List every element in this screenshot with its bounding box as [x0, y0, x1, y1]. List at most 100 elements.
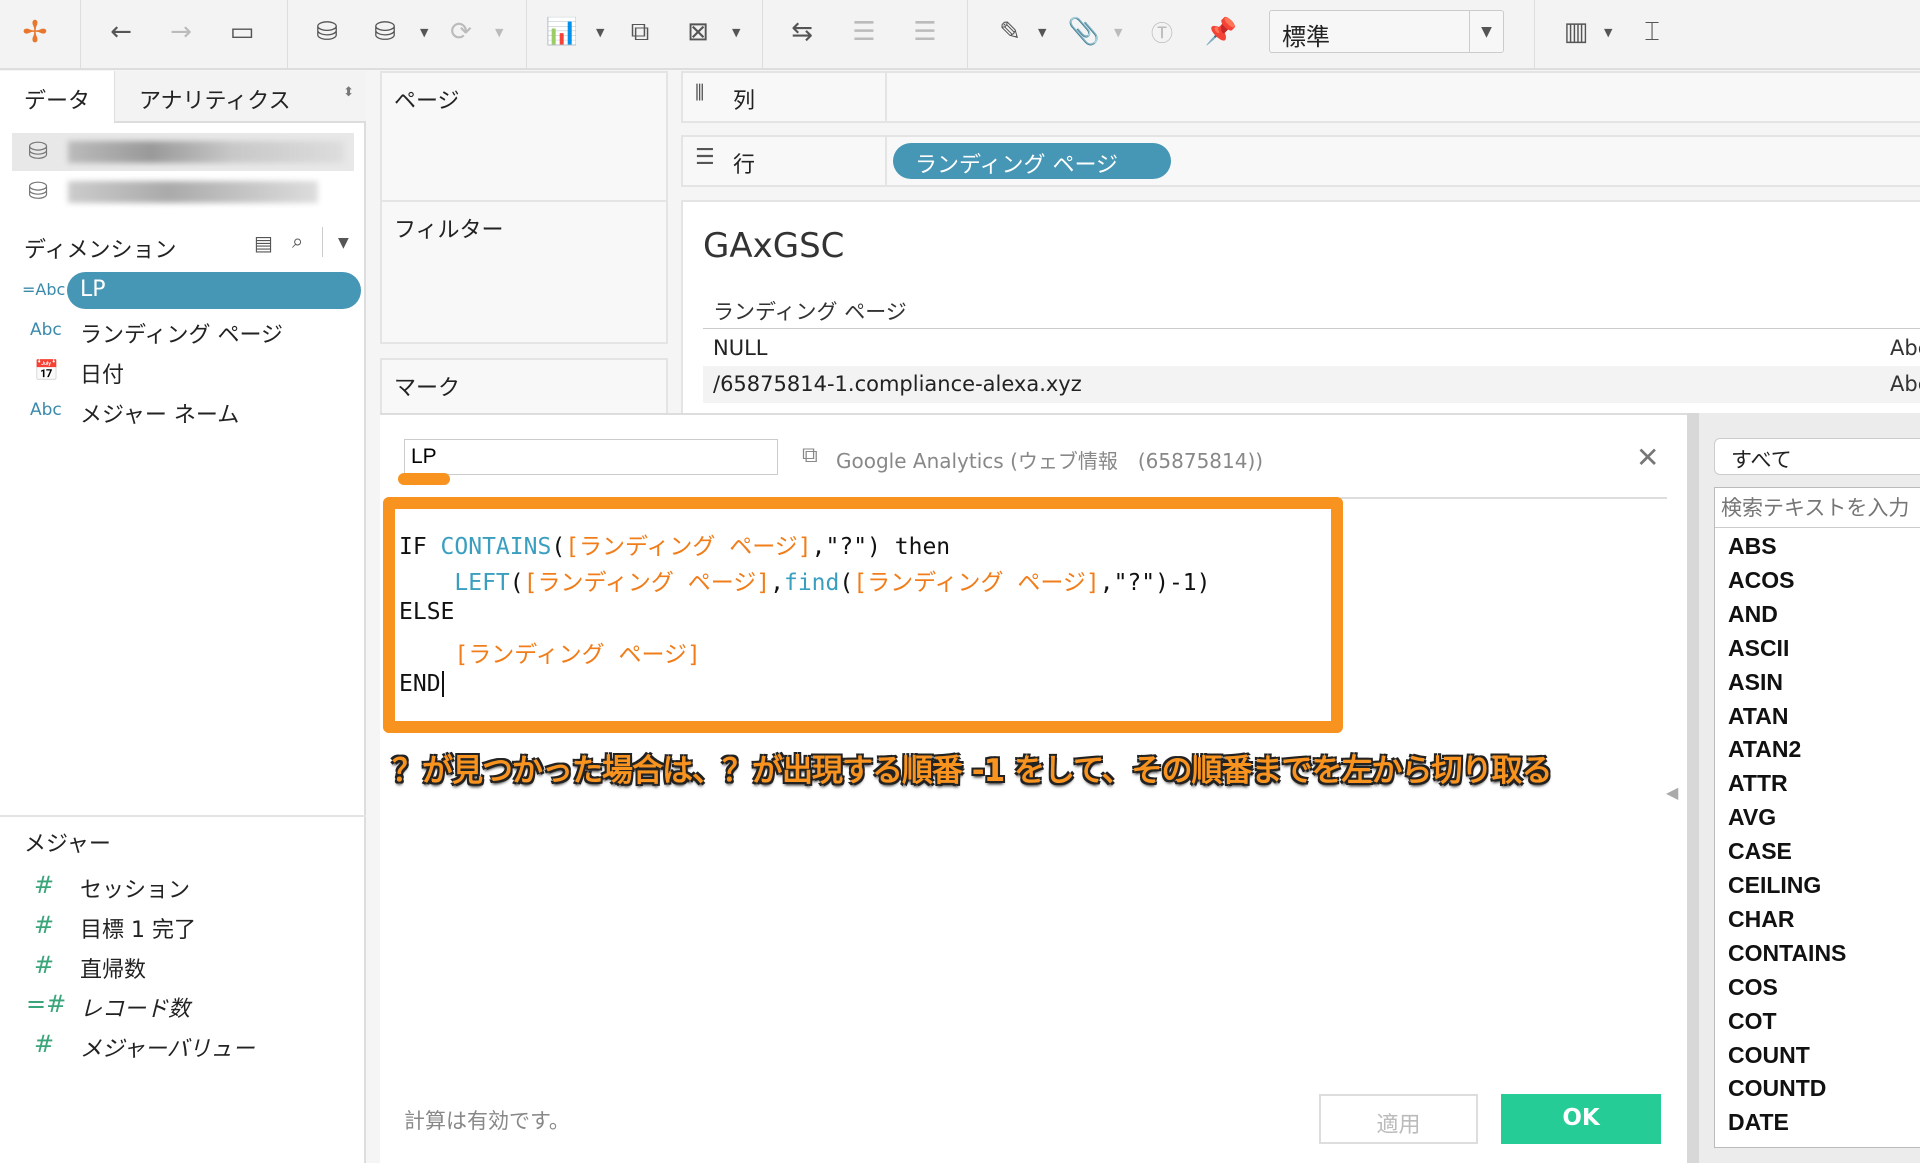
card-title: ページ — [394, 89, 460, 114]
sort-arrows-icon: ⬍ — [343, 85, 354, 100]
function-item[interactable]: COUNT — [1728, 1042, 1810, 1069]
pause-auto-update-icon[interactable]: ⛁ — [367, 14, 403, 50]
swap-rows-columns-icon[interactable]: ⇆ — [784, 14, 820, 50]
datasource-item[interactable]: ⛁ — [12, 173, 354, 211]
function-item[interactable]: CHAR — [1728, 906, 1794, 933]
refresh-icon[interactable]: ⟳ — [443, 14, 479, 50]
highlight-icon[interactable]: ✎ — [992, 14, 1028, 50]
divider — [885, 73, 887, 121]
string-icon: Abc — [30, 400, 62, 420]
measure-field[interactable]: # セッション — [0, 867, 366, 905]
fit-dropdown[interactable]: 標準 ▼ — [1269, 10, 1504, 53]
marks-card[interactable]: マーク — [380, 358, 668, 418]
function-item[interactable]: ATTR — [1728, 770, 1788, 797]
number-icon: # — [34, 1030, 55, 1058]
function-item[interactable]: CONTAINS — [1728, 940, 1846, 967]
function-search-input[interactable] — [1715, 488, 1920, 528]
measure-field[interactable]: =# レコード数 — [0, 986, 366, 1024]
filters-card[interactable]: フィルター — [380, 200, 668, 344]
dimension-field-lp[interactable]: =Abc LP — [0, 272, 366, 310]
calculated-number-icon: =# — [26, 990, 67, 1018]
card-title: マーク — [394, 376, 461, 401]
selected-field-pill — [67, 272, 361, 309]
measure-field[interactable]: # メジャーバリュー — [0, 1026, 366, 1064]
save-icon[interactable]: ▭ — [224, 14, 260, 50]
caret-down-icon[interactable]: ▼ — [1114, 26, 1122, 39]
function-item[interactable]: AND — [1728, 601, 1778, 628]
measure-field[interactable]: # 直帰数 — [0, 947, 366, 985]
formula-token-txt: ( — [551, 534, 566, 560]
caret-down-icon[interactable]: ▼ — [1038, 26, 1046, 39]
function-item[interactable]: CEILING — [1728, 872, 1821, 899]
function-item[interactable]: CASE — [1728, 838, 1792, 865]
back-icon[interactable]: ← — [103, 14, 139, 50]
datasource-label: Google Analytics (ウェブ情報 (65875814)) — [836, 449, 1264, 473]
function-item[interactable]: ASCII — [1728, 635, 1789, 662]
caret-down-icon[interactable]: ▼ — [732, 26, 740, 39]
function-item[interactable]: COT — [1728, 1008, 1777, 1035]
function-item[interactable]: ACOS — [1728, 567, 1794, 594]
view-list-icon[interactable]: ▤ — [254, 231, 273, 255]
dimension-field[interactable]: Abc ランディング ページ — [0, 312, 366, 350]
duplicate-sheet-icon[interactable]: ⧉ — [622, 14, 658, 50]
formula-editor[interactable]: IF CONTAINS([ランディング ページ],"?") then LEFT(… — [383, 497, 1343, 733]
pane-divider[interactable] — [0, 815, 366, 817]
tab-analytics[interactable]: アナリティクス ⬍ — [114, 71, 366, 123]
formula-token-fn: LEFT — [454, 570, 510, 596]
toolbar-divider — [967, 0, 968, 70]
columns-shelf[interactable]: ⫴ 列 — [681, 71, 1920, 123]
tab-data[interactable]: データ — [0, 71, 114, 123]
function-item[interactable]: COS — [1728, 974, 1778, 1001]
caret-down-icon[interactable]: ▼ — [420, 26, 428, 39]
dimension-field[interactable]: 📅 日付 — [0, 352, 366, 390]
new-data-source-icon[interactable]: ⛁ — [309, 14, 345, 50]
field-label: 日付 — [80, 363, 125, 388]
table-row[interactable]: NULL Abc — [703, 330, 1920, 366]
sort-ascending-icon[interactable]: ☰ — [846, 14, 882, 50]
function-item[interactable]: ATAN — [1728, 703, 1788, 730]
formula-token-txt: ( — [839, 570, 854, 596]
function-item[interactable]: ABS — [1728, 533, 1777, 560]
caret-down-icon[interactable]: ▼ — [1604, 26, 1612, 39]
function-list[interactable]: ABS ACOS AND ASCII ASIN ATAN ATAN2 ATTR AVG CASE C… — [1714, 487, 1920, 1148]
function-item[interactable]: COUNTD — [1728, 1075, 1826, 1102]
table-row[interactable]: /65875814-1.compliance-alexa.xyz Abc — [703, 366, 1920, 403]
calculation-name-input[interactable] — [404, 439, 778, 475]
database-icon: ⛁ — [28, 177, 49, 205]
apply-button[interactable]: 適用 — [1319, 1094, 1478, 1144]
row-value: NULL — [713, 336, 768, 360]
show-mark-labels-icon[interactable]: Ⓣ — [1144, 14, 1180, 50]
sort-descending-icon[interactable]: ☰ — [907, 14, 943, 50]
field-label: レコード数 — [80, 997, 191, 1022]
forward-icon[interactable]: → — [163, 14, 199, 50]
formula-line: ELSE — [399, 599, 454, 625]
caret-down-icon[interactable]: ▼ — [596, 26, 604, 39]
search-icon[interactable]: ⌕ — [292, 229, 303, 253]
function-item[interactable]: DATE — [1728, 1109, 1789, 1136]
measure-field[interactable]: # 目標 1 完了 — [0, 907, 366, 945]
dimension-field[interactable]: Abc メジャー ネーム — [0, 392, 366, 430]
function-item[interactable]: AVG — [1728, 804, 1776, 831]
fix-axes-icon[interactable]: 📌 — [1203, 14, 1239, 50]
group-members-icon[interactable]: 📎 — [1066, 14, 1102, 50]
function-item[interactable]: ASIN — [1728, 669, 1783, 696]
divider — [885, 137, 887, 185]
formula-line: [ランディング ページ] — [399, 635, 700, 669]
function-category-dropdown[interactable]: すべて — [1714, 438, 1920, 475]
caret-down-icon[interactable]: ▼ — [495, 26, 503, 39]
collapse-panel-icon[interactable]: ◀ — [1666, 783, 1678, 802]
function-item[interactable]: ATAN2 — [1728, 736, 1801, 763]
ok-button[interactable]: OK — [1501, 1094, 1661, 1144]
formula-token-field: [ランディング ページ] — [523, 570, 771, 596]
blurred-datasource-name — [68, 141, 344, 163]
show-me-icon[interactable]: ▥ — [1558, 14, 1594, 50]
close-icon[interactable]: ✕ — [1636, 441, 1659, 474]
datasource-icon: ⧉ — [802, 443, 818, 468]
clear-sheet-icon[interactable]: ⊠ — [680, 14, 716, 50]
rows-shelf[interactable]: ☰ 行 ランディング ページ — [681, 135, 1920, 187]
rows-pill-landing-page[interactable]: ランディング ページ — [893, 143, 1171, 179]
datasource-item-selected[interactable]: ⛁ — [12, 133, 354, 171]
chevron-down-icon[interactable]: ▼ — [338, 235, 349, 251]
presentation-mode-icon[interactable]: ⌶ — [1634, 14, 1670, 50]
new-worksheet-icon[interactable]: 📊 — [544, 14, 580, 50]
